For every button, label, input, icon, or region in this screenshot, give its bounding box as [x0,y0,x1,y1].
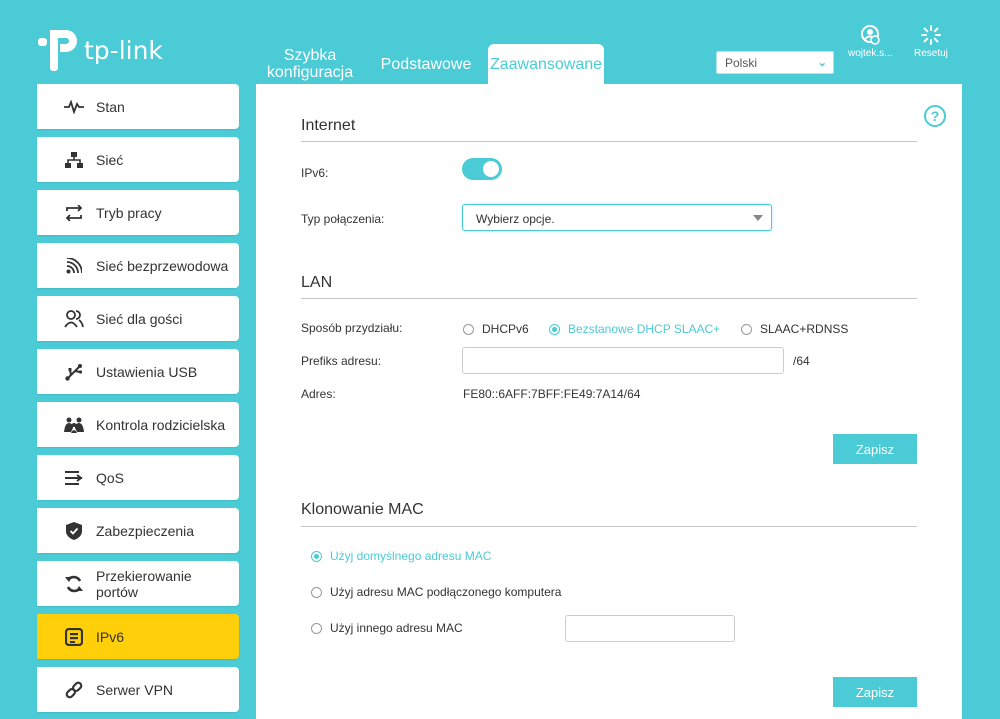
connection-type-select[interactable]: Wybierz opcje. [462,204,772,231]
user-cloud-icon [861,25,880,45]
sidebar-item-vpn-server[interactable]: Serwer VPN [37,667,239,712]
address-label: Adres: [301,387,336,401]
connection-type-label: Typ połączenia: [301,212,385,226]
radio-dot [311,622,322,634]
sidebar-item-label: Sieć bezprzewodowa [96,257,229,274]
sidebar-item-qos[interactable]: QoS [37,455,239,500]
sidebar-item-security[interactable]: Zabezpieczenia [37,508,239,553]
sidebar-item-network[interactable]: Sieć [37,137,239,182]
main-panel: ? Internet IPv6: Typ połączenia: Wybierz… [256,84,962,719]
radio-dot [311,586,322,598]
reset-label: Resetuj [914,48,948,59]
sidebar-item-label: Zabezpieczenia [96,522,195,539]
prefix-input[interactable] [462,347,784,374]
main-tabs: Szybka konfiguracja Podstawowe Zaawansowa… [256,44,604,84]
radio-dot [741,323,752,335]
mac-clone-section-title: Klonowanie MAC [301,501,424,518]
tab-basic[interactable]: Podstawowe [364,44,488,84]
qos-icon [63,467,85,489]
tp-link-logo: tp-link [36,28,163,72]
radio-dhcpv6[interactable]: DHCPv6 [463,322,529,336]
radio-label: SLAAC+RDNSS [760,322,849,336]
radio-stateless-dhcp-slaac[interactable]: Bezstanowe DHCP SLAAC+ [549,322,720,336]
lan-section-title: LAN [301,274,333,291]
sidebar-item-label-line1: Przekierowanie [96,567,192,584]
custom-mac-input[interactable] [565,615,735,642]
radio-custom-mac[interactable]: Użyj innego adresu MAC [311,621,463,635]
toggle-knob [483,161,499,177]
pulse-icon [63,96,85,118]
tp-link-logo-icon [38,30,77,71]
sidebar-nav: Stan Sieć Tryb pracy Sieć bezprzewodowa … [37,84,239,719]
radio-label: Bezstanowe DHCP SLAAC+ [568,322,721,336]
tab-advanced[interactable]: Zaawansowane [488,44,604,84]
shield-icon [63,520,85,542]
sidebar-item-label: IPv6 [96,628,125,645]
wifi-icon [63,255,85,277]
radio-default-mac[interactable]: Użyj domyślnego adresu MAC [311,549,491,563]
sidebar-item-label-line2: portów [96,583,139,600]
radio-dot [463,323,474,335]
port-forward-icon [63,573,85,595]
connection-type-value: Wybierz opcje. [476,212,555,226]
internet-divider [301,141,917,142]
help-icon[interactable]: ? [924,105,946,127]
sidebar-item-label: Sieć dla gości [96,310,183,327]
family-icon [63,414,85,436]
sidebar-item-label: Przekierowanie portów [96,568,192,600]
sidebar-item-usb-settings[interactable]: Ustawienia USB [37,349,239,394]
sidebar-item-ipv6[interactable]: IPv6 [37,614,239,659]
ipv6-toggle[interactable] [462,158,502,180]
guests-icon [63,308,85,330]
language-select[interactable]: Polski ⌄ [716,51,834,74]
dropdown-arrow-icon [753,215,763,221]
mac-save-button[interactable]: Zapisz [833,677,917,707]
user-label: wojtek.s... [848,48,893,59]
sidebar-item-label: Ustawienia USB [96,363,198,380]
ipv6-icon [63,626,85,648]
radio-dot [311,550,322,562]
sidebar-item-status[interactable]: Stan [37,84,239,129]
radio-label: DHCPv6 [482,322,529,336]
reset-button[interactable]: Resetuj [914,24,948,59]
sidebar-item-label: Serwer VPN [96,681,174,698]
sidebar-item-wireless[interactable]: Sieć bezprzewodowa [37,243,239,288]
tab-quick-setup-line2: konfiguracja [266,64,354,81]
sidebar-item-label: QoS [96,469,125,486]
sidebar-item-label: Sieć [96,151,124,168]
sidebar-item-port-forwarding[interactable]: Przekierowanie portów [37,561,239,606]
lan-divider [301,298,917,299]
prefix-suffix: /64 [793,354,810,368]
mode-swap-icon [63,202,85,224]
sidebar-item-label: Tryb pracy [96,204,162,221]
address-value: FE80::6AFF:7BFF:FE49:7A14/64 [463,387,641,401]
tab-quick-setup-line1: Szybka [283,47,337,64]
mac-divider [301,526,917,527]
sidebar-item-label: Kontrola rodzicielska [96,416,226,433]
assignment-type-label: Sposób przydziału: [301,321,403,335]
language-selected: Polski [725,56,758,70]
radio-dot [549,323,560,335]
sidebar-item-operation-mode[interactable]: Tryb pracy [37,190,239,235]
usb-icon [63,361,85,383]
lan-save-button[interactable]: Zapisz [833,434,917,464]
brand-name: tp-link [84,35,163,65]
vpn-link-icon [63,679,85,701]
internet-section-title: Internet [301,117,356,134]
radio-slaac-rdnss[interactable]: SLAAC+RDNSS [741,322,848,336]
prefix-label: Prefiks adresu: [301,354,382,368]
reset-icon [920,25,941,45]
ipv6-label: IPv6: [301,166,329,180]
tab-quick-setup[interactable]: Szybka konfiguracja [256,44,364,84]
sidebar-item-label: Stan [96,98,125,115]
sidebar-item-guest-network[interactable]: Sieć dla gości [37,296,239,341]
chevron-down-icon: ⌄ [817,57,827,69]
radio-label: Użyj domyślnego adresu MAC [330,549,492,563]
radio-label: Użyj innego adresu MAC [330,621,463,635]
radio-label: Użyj adresu MAC podłączonego komputera [330,585,562,599]
sidebar-item-parental-controls[interactable]: Kontrola rodzicielska [37,402,239,447]
radio-computer-mac[interactable]: Użyj adresu MAC podłączonego komputera [311,585,561,599]
user-account-button[interactable]: wojtek.s... [848,24,892,59]
network-icon [63,149,85,171]
